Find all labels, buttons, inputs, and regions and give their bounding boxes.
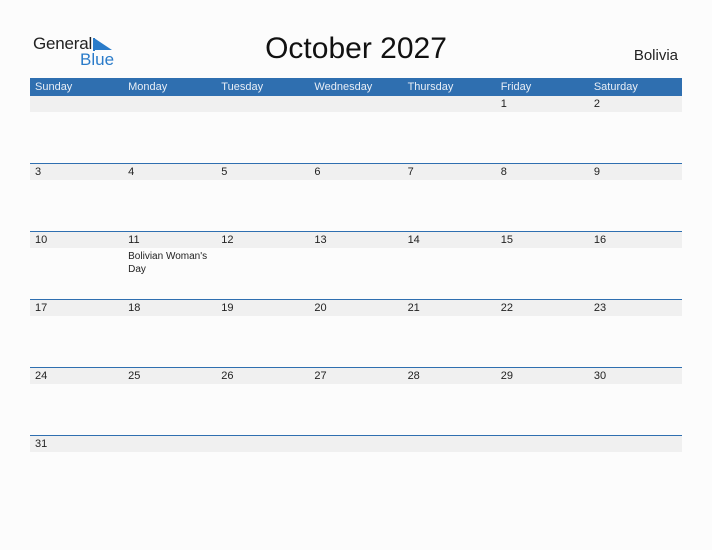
day-cell: [216, 96, 309, 163]
day-cell: [589, 436, 682, 503]
weeks-container: 1 2 3 4 5 6 7 8 9 10 11 Bolivian Woman's Day 12 13 14 1…: [30, 96, 682, 503]
day-number: 12: [221, 234, 234, 246]
day-number: 5: [221, 166, 228, 178]
week-row: 24 25 26 27 28 29 30: [30, 367, 682, 435]
day-cell: 19: [216, 300, 309, 367]
day-cell: 23: [589, 300, 682, 367]
day-number: 4: [128, 166, 135, 178]
day-cell: 1: [496, 96, 589, 163]
day-number: 19: [221, 302, 234, 314]
day-number: 30: [593, 370, 607, 382]
day-cell: 2: [589, 96, 682, 163]
day-cell: [30, 96, 123, 163]
weekday-sunday: Sunday: [35, 81, 73, 93]
day-number: 2: [593, 98, 600, 110]
day-number: 24: [35, 370, 48, 382]
day-cell: [496, 436, 589, 503]
day-number: 1: [500, 98, 507, 110]
day-cell: [123, 436, 216, 503]
week-cells: 17 18 19 20 21 22 23: [30, 300, 682, 367]
day-cell: 22: [496, 300, 589, 367]
day-cell: [309, 436, 402, 503]
day-number: 29: [500, 370, 513, 382]
week-row: 12: [30, 96, 682, 163]
day-cell: 8: [496, 164, 589, 231]
day-number: 26: [221, 370, 234, 382]
calendar-grid: Sunday Monday Tuesday Wednesday Thursday…: [30, 78, 682, 503]
day-number: 14: [407, 234, 420, 246]
day-number: 7: [407, 166, 414, 178]
week-cells: 31: [30, 436, 682, 503]
weekday-monday: Monday: [128, 81, 168, 93]
weekday-friday: Friday: [500, 81, 532, 93]
day-number: 21: [407, 302, 420, 314]
day-number: 22: [500, 302, 513, 314]
week-row: 3 4 5 6 7 8 9: [30, 163, 682, 231]
day-cell: 12: [216, 232, 309, 299]
day-cell: 3: [30, 164, 123, 231]
day-number: 8: [500, 166, 507, 178]
day-cell: [309, 96, 402, 163]
day-number: 15: [500, 234, 513, 246]
day-number: 31: [35, 438, 48, 450]
week-cells: 12: [30, 96, 682, 163]
day-number: 18: [128, 302, 141, 314]
day-number: 23: [593, 302, 607, 314]
week-cells: 3 4 5 6 7 8 9: [30, 164, 682, 231]
day-cell: [403, 96, 496, 163]
day-number: 9: [593, 166, 600, 178]
day-cell: 7: [403, 164, 496, 231]
page-title: October 2027: [265, 32, 447, 65]
day-cell: 26: [216, 368, 309, 435]
day-number: 25: [128, 370, 141, 382]
day-number: 16: [593, 234, 607, 246]
day-number: 11: [128, 234, 140, 246]
day-cell: 4: [123, 164, 216, 231]
day-cell: 9: [589, 164, 682, 231]
day-cell: [123, 96, 216, 163]
day-cell: 13: [309, 232, 402, 299]
day-cell: 28: [403, 368, 496, 435]
day-cell: 30: [589, 368, 682, 435]
day-cell: 18: [123, 300, 216, 367]
holiday-event: Bolivian Woman's Day: [128, 251, 208, 275]
day-number: 20: [314, 302, 327, 314]
weekday-tuesday: Tuesday: [221, 81, 264, 93]
day-cell: 17: [30, 300, 123, 367]
day-cell: 20: [309, 300, 402, 367]
day-cell: 15: [496, 232, 589, 299]
day-cell: 24: [30, 368, 123, 435]
day-number: 13: [314, 234, 327, 246]
week-row: 31: [30, 435, 682, 503]
day-cell: 11 Bolivian Woman's Day: [123, 232, 216, 299]
day-number: 3: [35, 166, 42, 178]
day-cell: 27: [309, 368, 402, 435]
day-cell: [403, 436, 496, 503]
day-number: 27: [314, 370, 327, 382]
weekday-saturday: Saturday: [593, 81, 638, 93]
day-cell: 14: [403, 232, 496, 299]
weekday-wednesday: Wednesday: [314, 81, 373, 93]
day-number: 17: [35, 302, 48, 314]
day-number: 10: [35, 234, 48, 246]
weekday-thursday: Thursday: [407, 81, 454, 93]
day-cell: 16: [589, 232, 682, 299]
country-label: Bolivia: [633, 47, 678, 64]
week-row: 10 11 Bolivian Woman's Day 12 13 14 15 16: [30, 231, 682, 299]
week-cells: 10 11 Bolivian Woman's Day 12 13 14 15 16: [30, 232, 682, 299]
week-row: 17 18 19 20 21 22 23: [30, 299, 682, 367]
day-cell: 25: [123, 368, 216, 435]
day-number: 28: [407, 370, 420, 382]
day-cell: 29: [496, 368, 589, 435]
day-cell: 31: [30, 436, 123, 503]
day-cell: 21: [403, 300, 496, 367]
day-cell: 10: [30, 232, 123, 299]
day-cell: 6: [309, 164, 402, 231]
week-cells: 24 25 26 27 28 29 30: [30, 368, 682, 435]
day-number: 6: [314, 166, 321, 178]
day-cell: 5: [216, 164, 309, 231]
weekday-header: Sunday Monday Tuesday Wednesday Thursday…: [30, 78, 682, 96]
day-cell: [216, 436, 309, 503]
